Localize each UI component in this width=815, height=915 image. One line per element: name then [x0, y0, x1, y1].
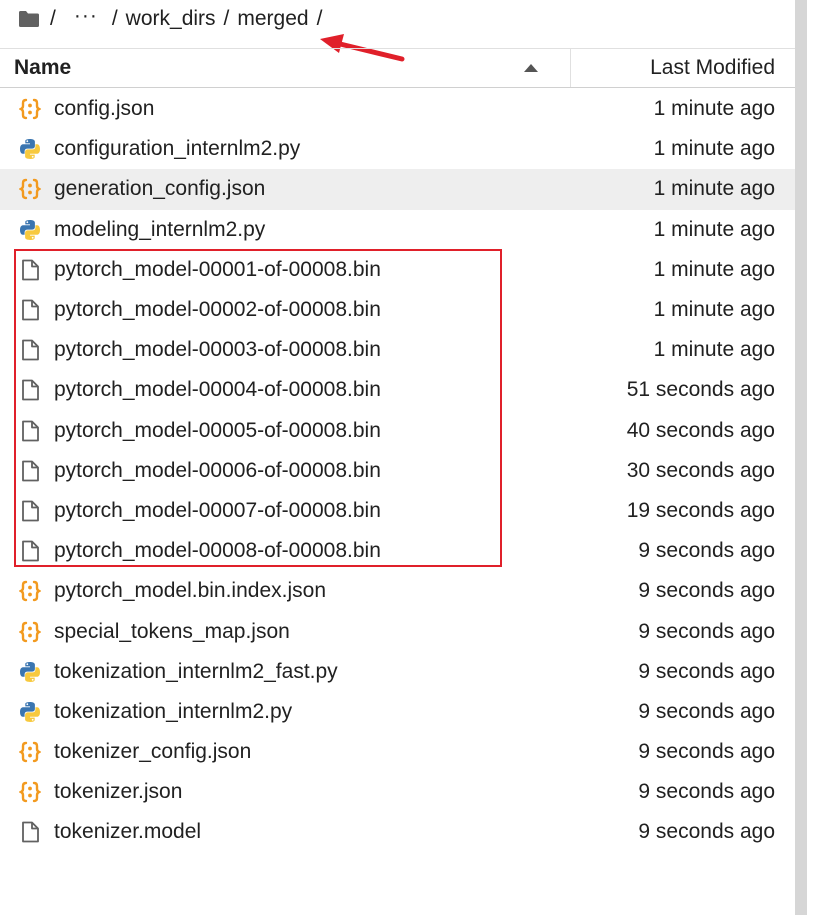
file-name: tokenization_internlm2_fast.py	[54, 659, 338, 683]
file-name: config.json	[54, 97, 155, 121]
file-row[interactable]: generation_config.json 1 minute ago	[0, 169, 795, 210]
file-icon	[18, 298, 42, 322]
file-row[interactable]: tokenization_internlm2.py 9 seconds ago	[0, 692, 795, 732]
file-row[interactable]: pytorch_model-00001-of-00008.bin 1 minute…	[0, 250, 795, 290]
name-column-label: Name	[14, 56, 72, 79]
json-icon	[18, 620, 42, 644]
last-modified-column-label: Last Modified	[650, 56, 775, 79]
file-name: tokenizer_config.json	[54, 740, 252, 764]
file-last-modified: 1 minute ago	[653, 257, 775, 281]
json-icon	[18, 97, 42, 121]
file-icon	[18, 338, 42, 362]
file-name: pytorch_model-00003-of-00008.bin	[54, 338, 381, 362]
file-row[interactable]: config.json 1 minute ago	[0, 89, 795, 129]
file-row[interactable]: pytorch_model-00004-of-00008.bin 51 secon…	[0, 370, 795, 410]
file-row[interactable]: pytorch_model-00006-of-00008.bin 30 secon…	[0, 451, 795, 491]
file-list-header: Name Last Modified	[0, 48, 795, 88]
file-name: modeling_internlm2.py	[54, 217, 266, 241]
file-row[interactable]: pytorch_model-00007-of-00008.bin 19 secon…	[0, 491, 795, 531]
file-browser-panel: / ··· / work_dirs / merged / Name Last M…	[0, 0, 795, 915]
breadcrumb-work-dirs[interactable]: work_dirs	[126, 7, 216, 31]
file-last-modified: 19 seconds ago	[626, 498, 775, 522]
file-row[interactable]: pytorch_model-00003-of-00008.bin 1 minute…	[0, 330, 795, 370]
file-icon	[18, 258, 42, 282]
file-last-modified: 40 seconds ago	[626, 418, 775, 442]
file-last-modified: 9 seconds ago	[638, 579, 775, 603]
breadcrumb-ellipsis[interactable]: ···	[74, 4, 98, 28]
json-icon	[18, 740, 42, 764]
file-row[interactable]: tokenizer_config.json 9 seconds ago	[0, 732, 795, 772]
file-last-modified: 1 minute ago	[653, 217, 775, 241]
file-row[interactable]: pytorch_model-00002-of-00008.bin 1 minute…	[0, 290, 795, 330]
file-row[interactable]: tokenizer.model 9 seconds ago	[0, 812, 795, 852]
file-name: pytorch_model-00002-of-00008.bin	[54, 298, 381, 322]
breadcrumb-separator: /	[50, 7, 56, 30]
file-icon	[18, 419, 42, 443]
column-divider[interactable]	[570, 49, 571, 87]
file-icon	[18, 459, 42, 483]
file-row[interactable]: pytorch_model-00008-of-00008.bin 9 second…	[0, 531, 795, 571]
file-name: tokenizer.json	[54, 780, 183, 804]
python-icon	[18, 218, 42, 242]
file-name: tokenization_internlm2.py	[54, 699, 293, 723]
file-name: pytorch_model-00001-of-00008.bin	[54, 257, 381, 281]
file-name: generation_config.json	[54, 177, 266, 201]
file-last-modified: 30 seconds ago	[626, 458, 775, 482]
sort-ascending-icon	[524, 64, 538, 72]
json-icon	[18, 780, 42, 804]
file-name: configuration_internlm2.py	[54, 137, 301, 161]
last-modified-column-header[interactable]: Last Modified	[650, 49, 775, 87]
breadcrumb-separator: /	[223, 7, 230, 30]
breadcrumb: / ··· / work_dirs / merged /	[18, 4, 330, 34]
file-row[interactable]: pytorch_model-00005-of-00008.bin 40 secon…	[0, 411, 795, 451]
file-name: pytorch_model-00007-of-00008.bin	[54, 498, 381, 522]
file-last-modified: 1 minute ago	[653, 97, 775, 121]
file-row[interactable]: tokenizer.json 9 seconds ago	[0, 772, 795, 812]
file-list: config.json 1 minute ago configuration_int…	[0, 89, 795, 853]
breadcrumb-separator: /	[111, 7, 118, 30]
file-name: special_tokens_map.json	[54, 619, 290, 643]
file-last-modified: 1 minute ago	[653, 298, 775, 322]
file-last-modified: 9 seconds ago	[638, 820, 775, 844]
file-row[interactable]: modeling_internlm2.py 1 minute ago	[0, 210, 795, 250]
file-icon	[18, 378, 42, 402]
file-last-modified: 1 minute ago	[653, 338, 775, 362]
breadcrumb-merged[interactable]: merged	[237, 7, 308, 31]
file-icon	[18, 820, 42, 844]
file-last-modified: 9 seconds ago	[638, 740, 775, 764]
python-icon	[18, 137, 42, 161]
file-row[interactable]: special_tokens_map.json 9 seconds ago	[0, 611, 795, 651]
file-last-modified: 9 seconds ago	[638, 539, 775, 563]
file-last-modified: 9 seconds ago	[638, 659, 775, 683]
file-name: pytorch_model-00005-of-00008.bin	[54, 418, 381, 442]
file-last-modified: 1 minute ago	[653, 177, 775, 201]
file-last-modified: 51 seconds ago	[626, 378, 775, 402]
file-name: pytorch_model-00006-of-00008.bin	[54, 458, 381, 482]
file-row[interactable]: tokenization_internlm2_fast.py 9 seconds …	[0, 652, 795, 692]
file-last-modified: 9 seconds ago	[638, 780, 775, 804]
name-column-header[interactable]: Name	[0, 49, 570, 87]
python-icon	[18, 700, 42, 724]
file-name: pytorch_model-00008-of-00008.bin	[54, 539, 381, 563]
folder-icon[interactable]	[18, 4, 40, 34]
file-last-modified: 1 minute ago	[653, 137, 775, 161]
json-icon	[18, 177, 42, 201]
file-last-modified: 9 seconds ago	[638, 699, 775, 723]
python-icon	[18, 660, 42, 684]
file-name: tokenizer.model	[54, 820, 202, 844]
file-last-modified: 9 seconds ago	[638, 619, 775, 643]
json-icon	[18, 579, 42, 603]
vertical-scrollbar[interactable]	[795, 0, 807, 915]
file-icon	[18, 539, 42, 563]
file-name: pytorch_model-00004-of-00008.bin	[54, 378, 381, 402]
file-row[interactable]: pytorch_model.bin.index.json 9 seconds ag…	[0, 571, 795, 611]
file-icon	[18, 499, 42, 523]
file-name: pytorch_model.bin.index.json	[54, 579, 326, 603]
file-row[interactable]: configuration_internlm2.py 1 minute ago	[0, 129, 795, 169]
